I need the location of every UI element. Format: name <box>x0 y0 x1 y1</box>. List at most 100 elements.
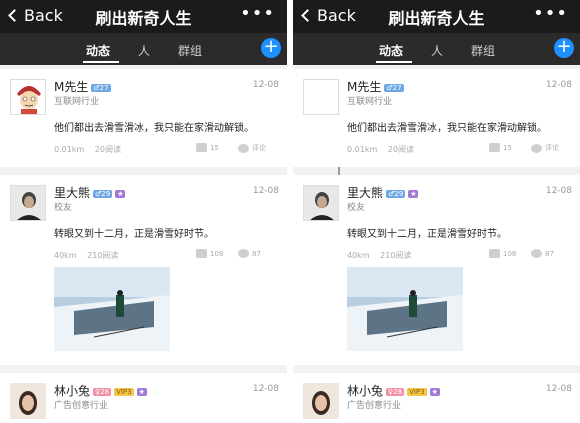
post-meta: 40km 210阅读 <box>54 250 126 261</box>
feed-list[interactable]: M先生 ♂27 互联网行业 12-08 他们都出去滑雪滑冰，我只能在家滑动解锁。 … <box>0 65 287 423</box>
user-name[interactable]: M先生 ♂27 <box>347 78 404 95</box>
add-button[interactable]: + <box>261 38 281 58</box>
post-text: 转眼又到十二月，正是滑雪好时节。 <box>347 229 507 240</box>
like-count: 108 <box>210 249 224 258</box>
post-photo[interactable] <box>54 267 170 351</box>
user-relation: 校友 <box>54 203 73 213</box>
comment-label: 评论 <box>545 144 559 152</box>
user-industry: 广告创意行业 <box>347 401 402 411</box>
thumbs-up-icon <box>196 143 207 152</box>
comment-count: 87 <box>252 249 261 258</box>
user-name-text: 里大熊 <box>347 186 384 200</box>
avatar-placeholder[interactable] <box>303 79 339 115</box>
tab-groups[interactable]: 群组 <box>178 42 202 59</box>
like-button[interactable]: 108 <box>196 249 223 258</box>
user-name-text: M先生 <box>54 80 89 94</box>
avatar[interactable] <box>10 383 46 419</box>
active-tab-indicator <box>376 61 412 63</box>
post-date: 12-08 <box>545 80 572 90</box>
screen: Back 刷出新奇人生 ••• 动态 人 群组 + M先生 ♂27 互联网行业 … <box>0 0 580 423</box>
feed-post[interactable]: 里大熊 ♂29 ★ 校友 12-08 转眼又到十二月，正是滑雪好时节。 40km 2… <box>0 175 287 365</box>
gender-age-badge: ♀28 <box>386 387 405 396</box>
feed-post[interactable]: M先生 ♂27 互联网行业 12-08 他们都出去滑雪滑冰，我只能在家滑动解锁。 … <box>293 69 580 167</box>
user-relation: 校友 <box>347 203 366 213</box>
ski-photo-image <box>347 267 463 351</box>
star-badge: ★ <box>136 387 147 396</box>
tab-dynamic[interactable]: 动态 <box>379 42 403 59</box>
like-count: 15 <box>503 143 512 152</box>
feed-post[interactable]: M先生 ♂27 互联网行业 12-08 他们都出去滑雪滑冰，我只能在家滑动解锁。 … <box>0 69 287 167</box>
more-button[interactable]: ••• <box>533 3 568 24</box>
tab-dynamic[interactable]: 动态 <box>86 42 110 59</box>
more-button[interactable]: ••• <box>240 3 275 24</box>
read-count: 210阅读 <box>380 251 412 260</box>
vip-badge: VIP3 <box>407 387 427 396</box>
tab-bar: 动态 人 群组 + <box>0 33 287 65</box>
gender-age-badge: ♂27 <box>384 83 404 92</box>
ski-photo-image <box>54 267 170 351</box>
avatar-photo-icon <box>303 383 339 419</box>
feed-post[interactable]: 里大熊 ♂29 ★ 校友 12-08 转眼又到十二月，正是滑雪好时节。 40km 2… <box>293 175 580 365</box>
feed-post[interactable]: 林小兔 ♀28 VIP3 ★ 广告创意行业 12-08 <box>0 373 287 423</box>
comment-count: 87 <box>545 249 554 258</box>
user-name[interactable]: 里大熊 ♂29 ★ <box>54 184 126 201</box>
like-count: 15 <box>210 143 219 152</box>
user-industry: 互联网行业 <box>347 97 393 107</box>
tab-groups[interactable]: 群组 <box>471 42 495 59</box>
comment-button[interactable]: 87 <box>238 249 261 258</box>
comment-icon <box>531 249 542 258</box>
avatar[interactable] <box>10 185 46 221</box>
feed-post[interactable]: 林小兔 ♀28 VIP3 ★ 广告创意行业 12-08 <box>293 373 580 423</box>
comment-icon <box>238 143 249 153</box>
user-name-text: 林小兔 <box>347 384 384 398</box>
thumbs-up-icon <box>489 143 500 152</box>
gender-age-badge: ♂27 <box>91 83 111 92</box>
post-text: 转眼又到十二月，正是滑雪好时节。 <box>54 229 214 240</box>
gender-age-badge: ♂29 <box>93 189 113 198</box>
distance: 40km <box>347 251 370 260</box>
user-name-text: 里大熊 <box>54 186 91 200</box>
phone-screen-left: Back 刷出新奇人生 ••• 动态 人 群组 + M先生 ♂27 互联网行业 … <box>0 0 287 423</box>
tab-people[interactable]: 人 <box>138 42 150 59</box>
post-date: 12-08 <box>545 384 572 394</box>
post-date: 12-08 <box>252 384 279 394</box>
user-name[interactable]: 林小兔 ♀28 VIP3 ★ <box>54 382 147 399</box>
tab-people[interactable]: 人 <box>431 42 443 59</box>
feed-list[interactable]: M先生 ♂27 互联网行业 12-08 他们都出去滑雪滑冰，我只能在家滑动解锁。 … <box>293 65 580 423</box>
like-button[interactable]: 15 <box>196 143 219 152</box>
distance: 40km <box>54 251 77 260</box>
like-button[interactable]: 108 <box>489 249 516 258</box>
post-meta: 40km 210阅读 <box>347 250 419 261</box>
post-text: 他们都出去滑雪滑冰，我只能在家滑动解锁。 <box>347 123 547 134</box>
avatar-photo-icon <box>11 186 45 220</box>
read-count: 20阅读 <box>94 145 121 154</box>
avatar-photo-icon <box>304 186 338 220</box>
comment-icon <box>238 249 249 258</box>
comment-button[interactable]: 87 <box>531 249 554 258</box>
comment-icon <box>531 143 542 153</box>
user-name[interactable]: 林小兔 ♀28 VIP3 ★ <box>347 382 440 399</box>
post-photo[interactable] <box>347 267 463 351</box>
user-name[interactable]: 里大熊 ♂29 ★ <box>347 184 419 201</box>
like-count: 108 <box>503 249 517 258</box>
user-industry: 广告创意行业 <box>54 401 109 411</box>
comment-label: 评论 <box>252 144 266 152</box>
post-date: 12-08 <box>545 186 572 196</box>
comment-button[interactable]: 评论 <box>531 143 559 153</box>
thumbs-up-icon <box>196 249 207 258</box>
read-count: 210阅读 <box>87 251 119 260</box>
user-industry: 互联网行业 <box>54 97 100 107</box>
avatar-photo-icon <box>10 383 46 419</box>
add-button[interactable]: + <box>554 38 574 58</box>
avatar[interactable] <box>303 383 339 419</box>
phone-screen-right: Back 刷出新奇人生 ••• 动态 人 群组 + M先生 ♂27 互联网行业 1… <box>293 0 580 423</box>
avatar[interactable] <box>10 79 46 115</box>
user-name[interactable]: M先生 ♂27 <box>54 78 111 95</box>
like-button[interactable]: 15 <box>489 143 512 152</box>
vip-badge: VIP3 <box>114 387 134 396</box>
thumbs-up-icon <box>489 249 500 258</box>
comment-button[interactable]: 评论 <box>238 143 266 153</box>
distance: 0.01km <box>54 145 85 154</box>
distance: 0.01km <box>347 145 378 154</box>
avatar[interactable] <box>303 185 339 221</box>
